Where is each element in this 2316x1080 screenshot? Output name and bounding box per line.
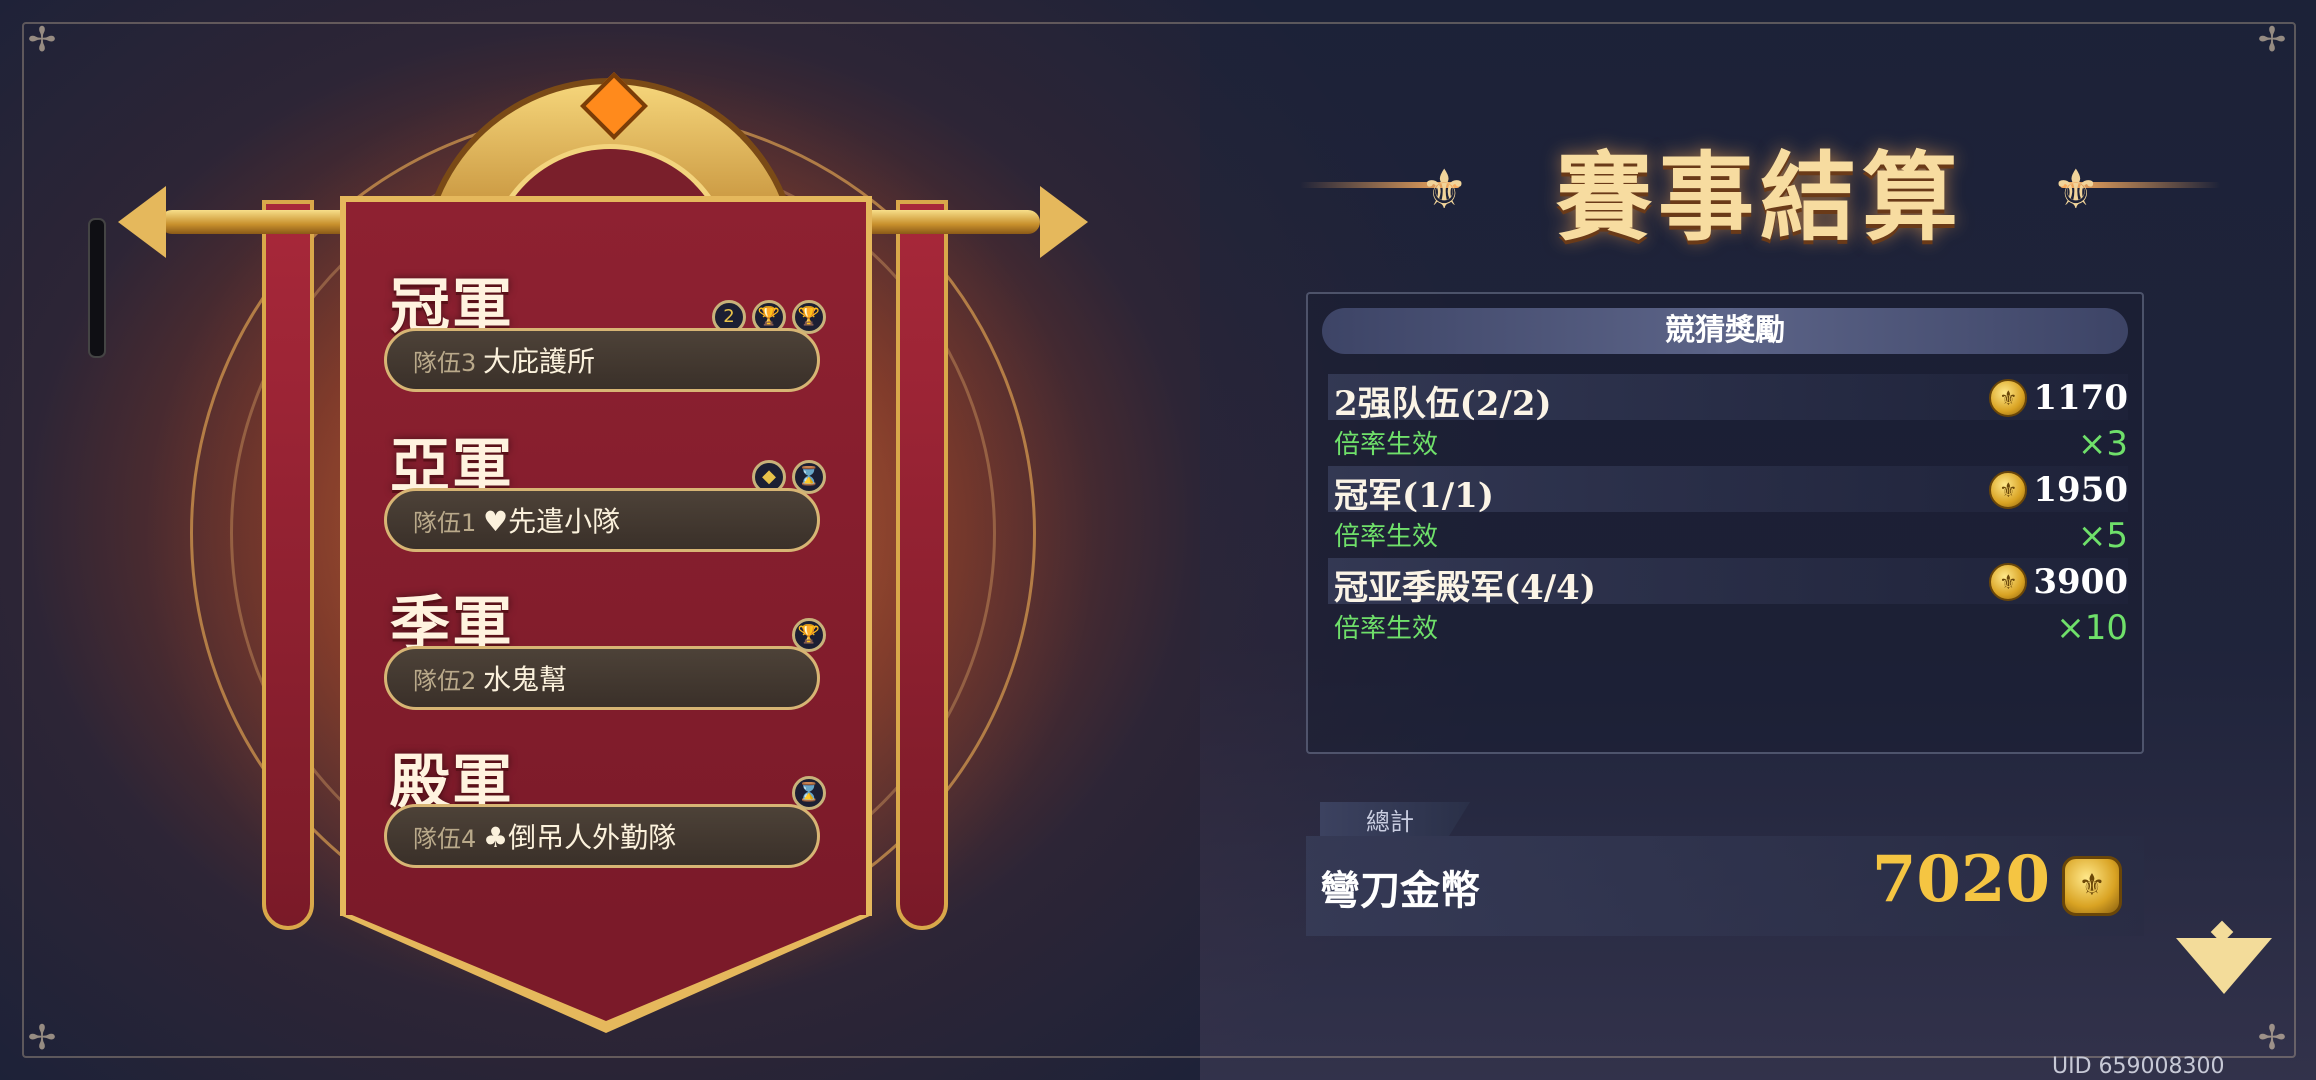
total-currency-name: 彎刀金幣 [1320,867,1480,914]
currency-coin-icon: ⚜ [2062,856,2122,916]
corner-ornament-icon: ✢ [27,1018,57,1058]
results-banner: 冠軍 2 🏆 🏆 隊伍3 大庇護所 亞軍 ◆ ⌛ 隊伍1 ♥先遣小隊 季軍 🏆 … [340,196,872,1036]
coin-icon: ⚜ [1989,471,2028,509]
reward-amount-value: 3900 [2033,562,2128,602]
side-scroll-handle[interactable] [88,218,106,358]
reward-name: 2强队伍(2/2) [1334,384,1552,424]
reward-row: 2强队伍(2/2) ⚜ 1170 倍率生效 ×3 [1328,374,2128,464]
panel-heading: 競猜獎勵 [1322,308,2128,354]
reward-row: 冠军(1/1) ⚜ 1950 倍率生效 ×5 [1328,466,2128,556]
continue-button[interactable] [2176,920,2272,1014]
corner-ornament-icon: ✢ [2257,1018,2287,1058]
team-name: 大庇護所 [483,345,596,378]
team-name: ♥先遣小隊 [483,505,621,538]
reward-status: 倍率生效 [1334,522,1439,552]
team-slot: 隊伍1 [413,508,477,537]
reward-status: 倍率生效 [1334,430,1439,460]
team-slot: 隊伍4 [413,824,477,853]
total-value: 7020 [1871,842,2050,917]
reward-status: 倍率生效 [1334,614,1439,644]
reward-amount-value: 1950 [2033,470,2128,510]
team-name: ♣倒吊人外勤隊 [483,821,677,854]
reward-amount: ⚜ 3900 [1989,562,2128,602]
banner-side-ribbon-left [262,200,314,930]
team-row: 隊伍4 ♣倒吊人外勤隊 [384,804,820,868]
team-slot: 隊伍2 [413,666,477,695]
reward-amount-value: 1170 [2033,378,2128,418]
guess-rewards-panel: 競猜獎勵 2强队伍(2/2) ⚜ 1170 倍率生效 ×3 冠军(1/1) ⚜ … [1306,292,2144,754]
reward-name: 冠军(1/1) [1334,476,1494,516]
banner-side-ribbon-right [896,200,948,930]
rod-tip-left-icon [118,186,166,258]
coin-icon: ⚜ [1989,563,2028,601]
reward-amount: ⚜ 1950 [1989,470,2128,510]
reward-name: 冠亚季殿军(4/4) [1334,568,1596,608]
total-label: 總計 [1366,808,1414,836]
corner-ornament-icon: ✢ [27,20,57,60]
team-row: 隊伍2 水鬼幫 [384,646,820,710]
rod-tip-right-icon [1040,186,1088,258]
reward-multiplier: ×3 [2077,424,2128,464]
reward-multiplier: ×10 [2056,608,2128,648]
team-name: 水鬼幫 [483,663,568,696]
reward-multiplier: ×5 [2077,516,2128,556]
reward-row: 冠亚季殿军(4/4) ⚜ 3900 倍率生效 ×10 [1328,558,2128,648]
team-row: 隊伍3 大庇護所 [384,328,820,392]
corner-ornament-icon: ✢ [2257,20,2287,60]
coin-icon: ⚜ [1989,379,2028,417]
user-id: UID 659008300 [2052,1054,2225,1079]
page-title-block: ⚜ ⚜ 賽事結算 [1300,120,2220,254]
team-row: 隊伍1 ♥先遣小隊 [384,488,820,552]
chevron-down-icon [2176,938,2272,994]
team-slot: 隊伍3 [413,348,477,377]
page-title: 賽事結算 [1556,141,1964,254]
reward-amount: ⚜ 1170 [1989,378,2128,418]
